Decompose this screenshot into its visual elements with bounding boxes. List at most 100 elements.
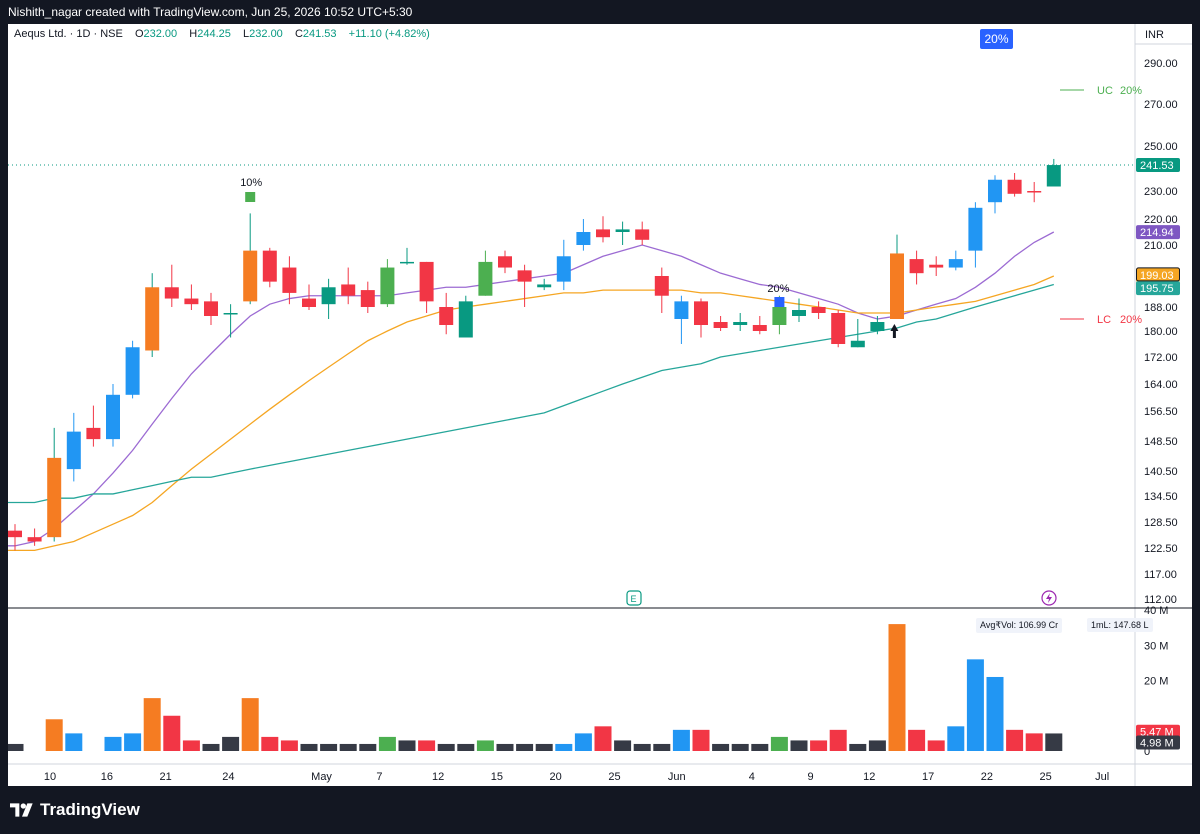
candle-body bbox=[282, 267, 297, 293]
volume-bar bbox=[1045, 733, 1063, 751]
price-tag-label: 214.94 bbox=[1140, 227, 1174, 239]
volume-bar bbox=[45, 719, 63, 751]
volume-bar bbox=[986, 676, 1004, 751]
volume-bar bbox=[555, 743, 573, 751]
time-tick-label: 10 bbox=[44, 771, 56, 783]
circuit-badge: 20% bbox=[980, 29, 1013, 49]
price-tag-label: 195.75 bbox=[1140, 283, 1174, 295]
volume-bar bbox=[300, 743, 318, 751]
volume-bar bbox=[770, 736, 788, 751]
volume-bar bbox=[574, 733, 592, 751]
candle-body bbox=[772, 307, 787, 325]
uc-value: 20% bbox=[1120, 85, 1142, 97]
candle-body bbox=[929, 264, 944, 268]
tradingview-icon bbox=[10, 803, 33, 817]
volume-bar bbox=[712, 743, 730, 751]
volume-bar bbox=[261, 736, 279, 751]
symbol-legend[interactable]: Aequs Ltd. · 1D · NSE O232.00 H244.25 L2… bbox=[14, 28, 430, 40]
time-tick-label: 25 bbox=[1040, 771, 1052, 783]
volume-bar bbox=[496, 743, 514, 751]
volume-bar bbox=[535, 743, 553, 751]
price-tick-label: 172.00 bbox=[1144, 352, 1178, 364]
volume-bar bbox=[1006, 729, 1024, 751]
volume-bar bbox=[359, 743, 377, 751]
candle-body bbox=[988, 179, 1002, 203]
candle-body bbox=[890, 253, 904, 319]
candle-body bbox=[439, 307, 454, 325]
candle-body bbox=[458, 301, 473, 338]
symbol-name[interactable]: Aequs Ltd. · 1D · NSE bbox=[14, 28, 123, 40]
volume-bar bbox=[908, 729, 926, 751]
price-tag-label: 241.53 bbox=[1140, 160, 1174, 172]
volume-bar bbox=[672, 729, 690, 751]
volume-bar bbox=[751, 743, 769, 751]
candle-body bbox=[1046, 165, 1061, 187]
open-label: O bbox=[134, 28, 144, 40]
candle-body bbox=[262, 250, 277, 282]
volume-bar bbox=[202, 743, 220, 751]
high-value: 244.25 bbox=[197, 28, 231, 40]
candle-body bbox=[635, 229, 650, 240]
volume-bar bbox=[222, 736, 240, 751]
candle-body bbox=[47, 457, 62, 538]
candle-body bbox=[8, 530, 22, 538]
candle-body bbox=[341, 284, 356, 296]
uc-label: UC bbox=[1097, 85, 1113, 97]
price-tick-label: 156.50 bbox=[1144, 406, 1178, 418]
volume-bar bbox=[320, 743, 338, 751]
time-tick-label: May bbox=[311, 771, 332, 783]
time-tick-label: Jul bbox=[1095, 771, 1109, 783]
time-tick-label: 4 bbox=[749, 771, 755, 783]
volume-bar bbox=[810, 740, 828, 751]
price-tag-label: 199.03 bbox=[1140, 270, 1174, 282]
candle-body bbox=[86, 427, 101, 440]
volume-tick-label: 40 M bbox=[1144, 605, 1168, 617]
candle-body bbox=[654, 276, 669, 296]
candle-body bbox=[321, 287, 336, 305]
lc-value: 20% bbox=[1120, 314, 1142, 326]
candle-body bbox=[360, 290, 375, 307]
time-tick-label: 12 bbox=[863, 771, 875, 783]
candle-body bbox=[909, 259, 924, 274]
avg-volume-tag: Avg₹Vol: 106.99 Cr bbox=[976, 618, 1063, 633]
candle-body bbox=[400, 261, 414, 264]
candle-body bbox=[125, 347, 140, 395]
candle-body bbox=[576, 232, 591, 245]
volume-bar bbox=[868, 740, 886, 751]
volume-bar bbox=[163, 715, 181, 751]
volume-bar bbox=[241, 698, 259, 751]
volume-bar bbox=[731, 743, 749, 751]
volume-bar bbox=[653, 743, 671, 751]
price-tick-label: 188.00 bbox=[1144, 302, 1178, 314]
candle-body bbox=[66, 431, 81, 470]
price-tick-label: 220.00 bbox=[1144, 214, 1178, 226]
candle-body bbox=[184, 298, 199, 305]
volume-bar bbox=[339, 743, 357, 751]
footer: TradingView bbox=[0, 786, 1200, 834]
candle-body bbox=[537, 284, 552, 288]
brand-name: TradingView bbox=[40, 800, 140, 819]
volume-bar bbox=[437, 743, 455, 751]
price-tick-label: 122.50 bbox=[1144, 543, 1178, 555]
time-tick-label: 15 bbox=[491, 771, 503, 783]
candle-body bbox=[164, 287, 179, 299]
volume-bar bbox=[182, 740, 200, 751]
volume-bar bbox=[280, 740, 298, 751]
time-tick-label: 25 bbox=[608, 771, 620, 783]
tradingview-logo[interactable]: TradingView bbox=[10, 800, 140, 820]
volume-bar bbox=[1025, 733, 1043, 751]
volume-bar bbox=[124, 733, 142, 751]
candle-body bbox=[243, 250, 258, 302]
volume-bar bbox=[849, 743, 867, 751]
price-chart[interactable]: 290.00 270.00 250.00 230.00 220.00 210.00 188.… bbox=[8, 24, 1192, 786]
chart-attribution: Nishith_nagar created with TradingView.c… bbox=[8, 5, 413, 19]
candle-body bbox=[831, 313, 846, 344]
price-tick-label: 230.00 bbox=[1144, 186, 1178, 198]
currency-label[interactable]: INR bbox=[1145, 29, 1164, 41]
volume-bar bbox=[476, 740, 494, 751]
candle-body bbox=[752, 325, 767, 331]
candle-body bbox=[733, 322, 748, 325]
candle-body bbox=[27, 537, 42, 542]
chart-panel[interactable]: 290.00 270.00 250.00 230.00 220.00 210.00 188.… bbox=[8, 24, 1192, 786]
up-arrow-icon bbox=[890, 324, 899, 338]
